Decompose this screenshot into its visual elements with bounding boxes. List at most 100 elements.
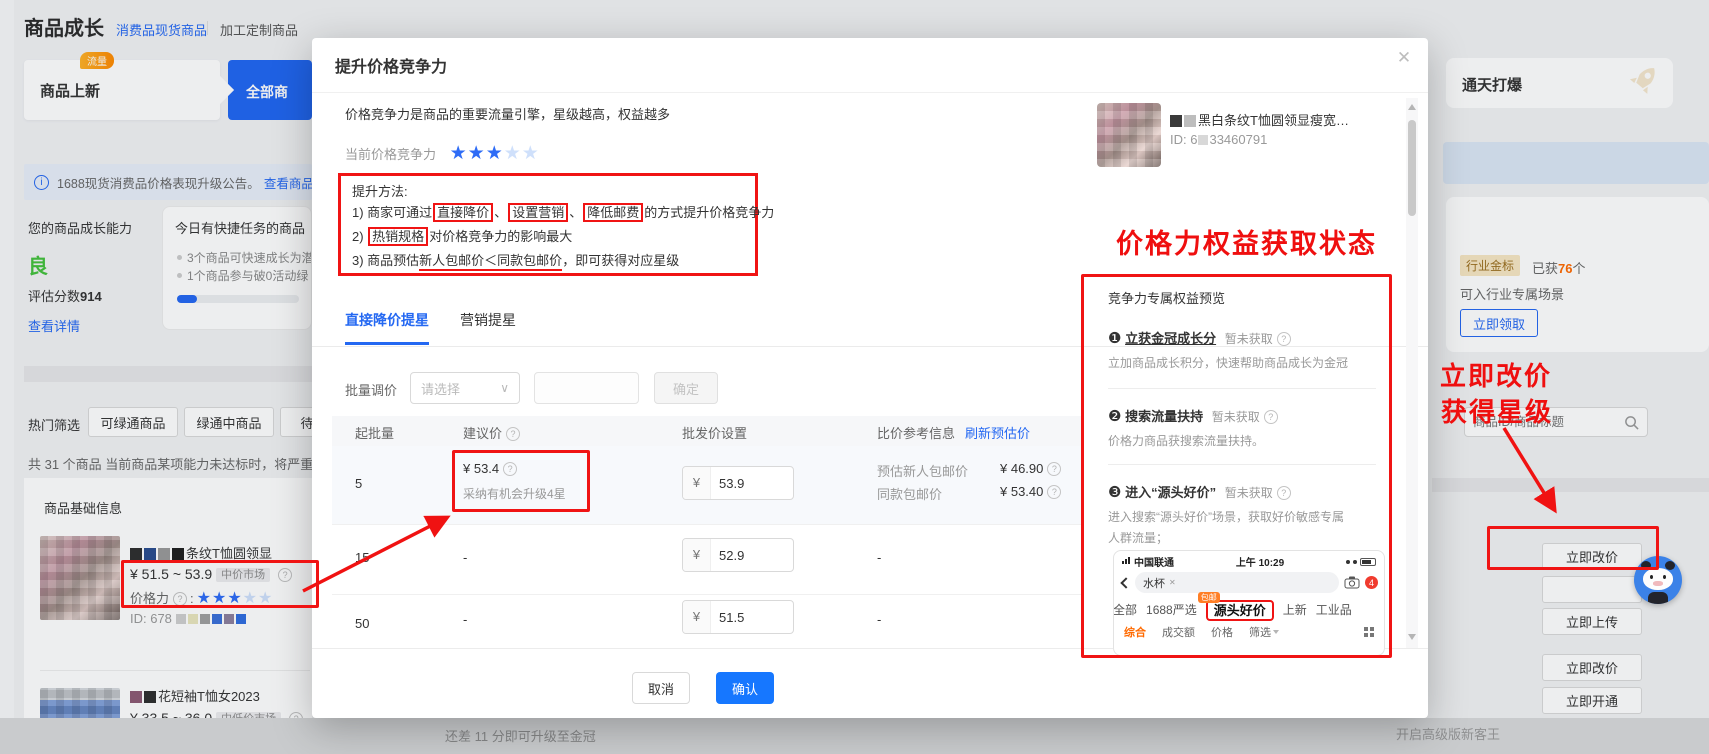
scroll-up-icon[interactable] — [1408, 104, 1416, 110]
tab-direct-discount-star[interactable]: 直接降价提星 — [345, 310, 429, 345]
cell-suggest-dash: - — [463, 550, 467, 565]
phone-status-bar: 中国联通 上午 10:29 — [1114, 551, 1384, 569]
modal-product-id: ID: 633460791 — [1170, 132, 1267, 147]
row-divider — [332, 524, 1081, 525]
help-icon[interactable] — [1277, 332, 1291, 346]
clear-icon — [1169, 578, 1176, 587]
ref-newbuyer-label: 预估新人包邮价 — [877, 461, 968, 480]
help-icon[interactable] — [503, 462, 517, 476]
methods-heading: 提升方法: — [352, 181, 408, 200]
col-header-qty: 起批量 — [355, 423, 394, 442]
stars-empty: ★★ — [504, 143, 540, 164]
rights-item-desc: 立加商品成长积分，快速帮助商品成长为金冠 — [1108, 354, 1348, 371]
price-competitiveness-modal: 提升价格竞争力 价格竞争力是商品的重要流量引擎，星级越高，权益越多 当前价格竞争… — [312, 38, 1428, 718]
methods-line-1: 1) 商家可通过直接降价、设置营销、降低邮费的方式提升价格竞争力 — [352, 202, 774, 221]
search-term: 水杯 — [1143, 575, 1165, 591]
cell-qty: 15 — [355, 550, 369, 565]
help-icon[interactable] — [506, 427, 520, 441]
battery-icon — [1360, 558, 1376, 566]
circled-2-icon: ❷ — [1108, 408, 1121, 425]
currency-prefix: ¥ — [683, 601, 711, 633]
rights-item-source-price: ❸ 进入“源头好价” 暂未获取 — [1108, 482, 1291, 501]
bulk-confirm-button[interactable]: 确定 — [654, 372, 718, 404]
rights-item-desc: 人群流量； — [1108, 529, 1168, 546]
cell-ref-dash: - — [877, 612, 881, 627]
confirm-button[interactable]: 确认 — [716, 672, 774, 704]
sort-composite: 综合 — [1124, 624, 1146, 640]
help-icon[interactable] — [1047, 462, 1061, 476]
close-icon[interactable] — [1392, 46, 1416, 70]
help-icon[interactable] — [1047, 485, 1061, 499]
wholesale-price-input[interactable] — [711, 610, 793, 625]
rights-divider — [1108, 388, 1376, 389]
col-header-ref: 比价参考信息 — [877, 423, 955, 442]
col-header-price: 批发价设置 — [682, 423, 747, 442]
cell-suggest-price: ¥ 53.4 — [463, 461, 517, 476]
tag-set-marketing: 设置营销 — [508, 203, 568, 222]
grid-view-icon — [1364, 627, 1374, 637]
bulk-value-input[interactable] — [534, 372, 639, 404]
cancel-button[interactable]: 取消 — [632, 672, 690, 704]
tab-marketing-star[interactable]: 营销提星 — [460, 310, 516, 330]
refresh-estimate-link[interactable]: 刷新预估价 — [965, 423, 1030, 442]
annotation-cta-line1: 立即改价 — [1440, 356, 1552, 393]
row-divider — [332, 594, 1081, 595]
phone-tab-yanxuan: 1688严选 — [1146, 601, 1197, 618]
mascot-avatar[interactable] — [1634, 556, 1682, 604]
wholesale-price-input[interactable] — [711, 476, 793, 491]
phone-category-tabs: 全部 1688严选 源头好价 包邮 上新 工业品 — [1114, 596, 1384, 622]
stars-filled: ★★★ — [450, 143, 504, 164]
tag-lower-shipping: 降低邮费 — [583, 203, 643, 222]
cell-suggest-note: 采纳有机会升级4星 — [463, 485, 566, 502]
col-header-suggest: 建议价 — [463, 423, 520, 442]
modal-intro: 价格竞争力是商品的重要流量引擎，星级越高，权益越多 — [345, 104, 670, 123]
bulk-adjust-label: 批量调价 — [345, 380, 397, 399]
status-time: 上午 10:29 — [1236, 554, 1284, 569]
wholesale-price-input[interactable] — [711, 548, 793, 563]
currency-prefix: ¥ — [683, 467, 711, 499]
rights-item-gold-score: ❶ 立获金冠成长分 暂未获取 — [1108, 328, 1291, 347]
sort-filter: 筛选 — [1249, 624, 1271, 640]
status-dot-icon — [1346, 560, 1350, 564]
cell-qty: 5 — [355, 476, 362, 491]
back-chevron-icon — [1120, 577, 1131, 588]
modal-scrollbar[interactable] — [1406, 98, 1418, 648]
scroll-down-icon[interactable] — [1408, 634, 1416, 640]
ref-same-value: ¥ 53.40 — [1000, 484, 1061, 499]
underlined-condition: 新人包邮价＜同款包邮价 — [419, 253, 562, 271]
camera-icon — [1344, 576, 1360, 589]
mascot-ear — [1665, 561, 1675, 570]
status-dot-icon — [1353, 560, 1357, 564]
rights-item-desc: 价格力商品获搜索流量扶持。 — [1108, 432, 1264, 449]
notification-badge: 4 — [1365, 576, 1378, 589]
modal-title-divider — [312, 92, 1428, 93]
mascot-suit — [1648, 592, 1668, 604]
scrollbar-thumb[interactable] — [1408, 120, 1416, 216]
current-power-row: 当前价格竞争力 ★★★★★ — [345, 142, 540, 165]
modal-title: 提升价格竞争力 — [335, 53, 447, 77]
ref-same-label: 同款包邮价 — [877, 484, 942, 503]
chevron-down-icon — [500, 379, 509, 397]
free-shipping-badge: 包邮 — [1198, 592, 1220, 603]
phone-tab-industrial: 工业品 — [1316, 601, 1352, 618]
circled-1-icon: ❶ — [1108, 330, 1121, 347]
ref-newbuyer-value: ¥ 46.90 — [1000, 461, 1061, 476]
censored-block — [1198, 135, 1208, 145]
bulk-select[interactable]: 请选择 — [410, 372, 520, 404]
help-icon[interactable] — [1264, 410, 1278, 424]
annotation-rights-status: 价格力权益获取状态 — [1116, 222, 1377, 261]
methods-annotation-box: 提升方法: 1) 商家可通过直接降价、设置营销、降低邮费的方式提升价格竞争力 2… — [338, 173, 758, 276]
mascot-face — [1643, 568, 1673, 590]
phone-search-row: 水杯 4 — [1114, 569, 1384, 596]
methods-line-3: 3) 商品预估新人包邮价＜同款包邮价，即可获得对应星级 — [352, 250, 679, 269]
help-icon[interactable] — [1277, 486, 1291, 500]
methods-line-2: 2) 热销规格对价格竞争力的影响最大 — [352, 226, 572, 245]
tag-hot-spec: 热销规格 — [368, 227, 428, 246]
modal-product-image — [1097, 103, 1161, 167]
rights-item-desc: 进入搜索“源头好价”场景，获取好价敏感专属 — [1108, 508, 1344, 525]
cell-ref-dash: - — [877, 550, 881, 565]
wholesale-price-field: ¥ — [682, 466, 794, 500]
phone-preview: 中国联通 上午 10:29 水杯 4 全部 1 — [1113, 550, 1385, 656]
phone-sort-row: 综合 成交额 价格 筛选 — [1114, 622, 1384, 642]
wholesale-price-field: ¥ — [682, 538, 794, 572]
